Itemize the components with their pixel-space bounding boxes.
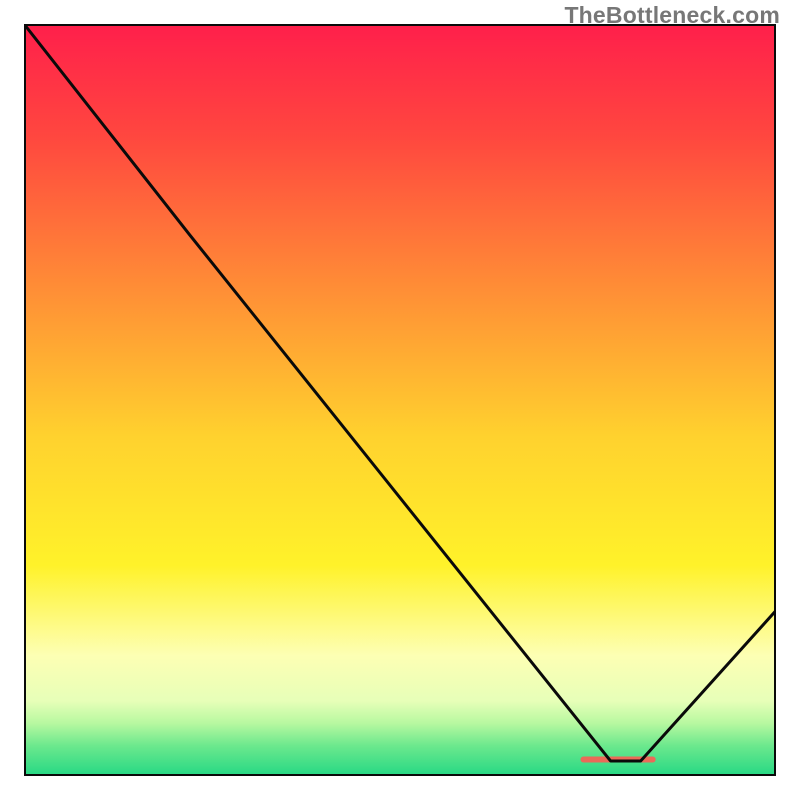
plot-frame <box>24 24 776 776</box>
plot-area <box>24 24 776 776</box>
chart-container: TheBottleneck.com <box>0 0 800 800</box>
